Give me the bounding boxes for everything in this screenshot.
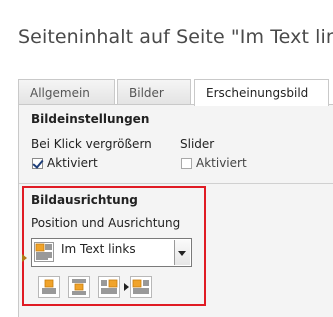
- image-text-left-icon: [34, 242, 54, 262]
- align-text-left-button[interactable]: [130, 276, 152, 298]
- align-text-right-icon: [101, 279, 118, 294]
- position-select[interactable]: Im Text links: [31, 238, 192, 267]
- align-text-left-icon: [132, 279, 149, 294]
- page-title: Seiteninhalt auf Seite "Im Text lin: [18, 26, 333, 48]
- checkbox-checked-icon[interactable]: [32, 157, 43, 169]
- image-settings-header: Bildeinstellungen: [31, 112, 150, 126]
- align-button-pointer-icon: [124, 283, 129, 291]
- align-text-right-button[interactable]: [98, 276, 120, 298]
- chevron-down-icon[interactable]: [174, 240, 190, 265]
- align-top-button[interactable]: [38, 276, 60, 298]
- tab-erscheinungsbild[interactable]: Erscheinungsbild: [194, 79, 329, 106]
- align-center-button[interactable]: [68, 276, 90, 298]
- click-enlarge-label: Bei Klick vergrößern: [31, 137, 152, 151]
- position-alignment-label: Position und Ausrichtung: [31, 216, 181, 230]
- section-divider: [19, 183, 333, 184]
- tab-bar: Allgemein Bilder Erscheinungsbild: [18, 79, 333, 106]
- align-center-icon: [72, 279, 86, 295]
- tab-allgemein[interactable]: Allgemein: [18, 79, 115, 105]
- image-alignment-header: Bildausrichtung: [31, 193, 138, 207]
- click-enlarge-checkbox[interactable]: Aktiviert: [32, 156, 98, 170]
- position-select-value: Im Text links: [61, 242, 136, 256]
- row-pointer-icon: [22, 254, 27, 262]
- tab-bilder[interactable]: Bilder: [117, 79, 191, 105]
- slider-checkbox[interactable]: Aktiviert: [181, 156, 247, 170]
- click-enlarge-checkbox-label: Aktiviert: [47, 156, 98, 170]
- checkbox-unchecked-icon[interactable]: [181, 157, 192, 169]
- slider-checkbox-label: Aktiviert: [196, 156, 247, 170]
- align-top-icon: [42, 279, 56, 294]
- slider-label: Slider: [180, 137, 215, 151]
